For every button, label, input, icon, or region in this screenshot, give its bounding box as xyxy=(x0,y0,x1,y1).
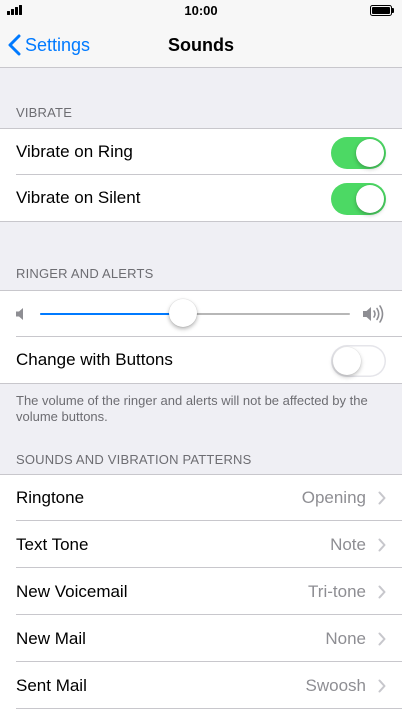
ringer-volume-fill xyxy=(40,313,183,315)
chevron-right-icon xyxy=(378,679,386,693)
speaker-low-icon xyxy=(16,308,23,320)
chevron-right-icon xyxy=(378,491,386,505)
vibrate-on-silent-toggle[interactable] xyxy=(331,183,386,215)
ringer-group: Change with Buttons xyxy=(0,290,402,384)
text-tone-label: Text Tone xyxy=(16,535,89,554)
text-tone-value: Note xyxy=(330,535,366,554)
change-with-buttons-toggle[interactable] xyxy=(331,345,386,377)
ringtone-value: Opening xyxy=(301,488,366,507)
text-tone-row[interactable]: Text Tone Note xyxy=(0,522,402,568)
new-voicemail-label: New Voicemail xyxy=(16,582,128,601)
sent-mail-value: Swoosh xyxy=(305,676,366,695)
status-time: 10:00 xyxy=(184,3,218,18)
ringtone-label: Ringtone xyxy=(16,488,85,507)
vibrate-on-silent-row: Vibrate on Silent xyxy=(0,175,402,221)
chevron-right-icon xyxy=(378,585,386,599)
navigation-bar: Settings Sounds xyxy=(0,22,402,68)
row-separator xyxy=(16,661,402,662)
ringer-volume-thumb[interactable] xyxy=(168,299,197,327)
battery-icon xyxy=(370,5,394,16)
change-with-buttons-label: Change with Buttons xyxy=(16,350,173,369)
section-header-patterns: SOUNDS AND VIBRATION PATTERNS xyxy=(16,452,252,467)
patterns-group: Ringtone Opening Text Tone Note New Voic… xyxy=(0,474,402,724)
change-with-buttons-row: Change with Buttons xyxy=(0,337,402,383)
sent-mail-row[interactable]: Sent Mail Swoosh xyxy=(0,663,402,709)
new-voicemail-value: Tri-tone xyxy=(308,582,366,601)
page-title: Sounds xyxy=(168,35,234,55)
new-mail-row[interactable]: New Mail None xyxy=(0,616,402,662)
new-voicemail-row[interactable]: New Voicemail Tri-tone xyxy=(0,569,402,615)
vibrate-on-ring-toggle[interactable] xyxy=(331,137,386,169)
row-separator xyxy=(16,614,402,615)
row-separator xyxy=(16,708,402,709)
section-header-vibrate: VIBRATE xyxy=(16,105,73,120)
new-mail-label: New Mail xyxy=(16,629,86,648)
ringer-footer-note: The volume of the ringer and alerts will… xyxy=(16,393,368,424)
ringer-volume-row xyxy=(0,291,402,337)
status-bar: 10:00 xyxy=(0,0,402,22)
chevron-right-icon xyxy=(378,632,386,646)
chevron-right-icon xyxy=(378,538,386,552)
row-separator xyxy=(16,567,402,568)
ringtone-row[interactable]: Ringtone Opening xyxy=(0,475,402,521)
speaker-high-icon xyxy=(363,305,384,323)
new-mail-value: None xyxy=(325,629,366,648)
section-header-ringer: RINGER AND ALERTS xyxy=(16,266,154,281)
row-separator xyxy=(16,520,402,521)
sent-mail-label: Sent Mail xyxy=(16,676,87,695)
ringer-volume-slider[interactable] xyxy=(40,299,350,327)
vibrate-on-ring-row: Vibrate on Ring xyxy=(0,129,402,175)
vibrate-on-silent-label: Vibrate on Silent xyxy=(16,188,141,207)
vibrate-group: Vibrate on Ring Vibrate on Silent xyxy=(0,128,402,222)
vibrate-on-ring-label: Vibrate on Ring xyxy=(16,142,133,161)
